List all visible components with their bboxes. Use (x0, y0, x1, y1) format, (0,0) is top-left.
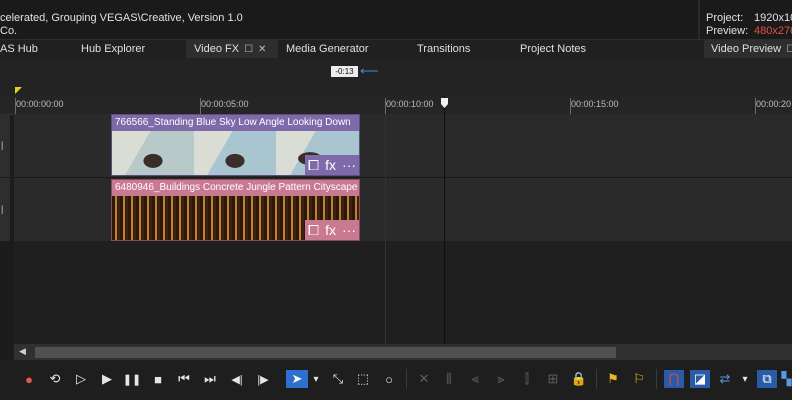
ruler-time-label: 00:00:05:00 (201, 99, 249, 109)
track-header-glyph: | (1, 204, 4, 214)
project-info-line-1: celerated, Grouping VEGAS\Creative, Vers… (0, 12, 243, 24)
maximize-icon[interactable]: ☐ (244, 41, 253, 59)
ruler-time-label: 00:00:20 (756, 99, 792, 109)
ripple-icon[interactable]: ⫿ (519, 370, 535, 388)
go-to-end-button[interactable]: ⏭ (202, 370, 218, 388)
next-frame-button[interactable]: |▶ (254, 370, 272, 388)
empty-track-area[interactable] (14, 241, 792, 344)
fx-icon[interactable]: fx (325, 221, 336, 239)
ruler-tick (570, 98, 571, 114)
clip-button-group: ⧠ fx ··· (304, 155, 359, 175)
loop-region-flag-icon[interactable] (15, 87, 22, 94)
tab-hub-explorer[interactable]: Hub Explorer (81, 40, 145, 58)
clip-title: 6480946_Buildings Concrete Jungle Patter… (112, 180, 359, 196)
tab-video-preview[interactable]: Video Preview ☐ (704, 40, 792, 58)
time-marker-label[interactable]: -0:13 (331, 66, 358, 77)
project-info-panel: celerated, Grouping VEGAS\Creative, Vers… (0, 0, 792, 39)
panel-divider[interactable] (698, 0, 700, 39)
maximize-icon[interactable]: ☐ (786, 41, 792, 59)
crop-icon[interactable]: ⧠ (308, 221, 319, 239)
normal-edit-tool-button[interactable]: ➤ (286, 370, 308, 388)
slip-icon[interactable]: ⊞ (545, 370, 561, 388)
pause-button[interactable]: ❚❚ (123, 370, 141, 388)
zoom-tool-button[interactable]: ○ (381, 370, 397, 388)
selection-tool-button[interactable]: ⬚ (355, 370, 371, 388)
tab-vegas-hub[interactable]: AS Hub (0, 40, 60, 58)
preview-value: 480x270 (754, 25, 792, 37)
play-button[interactable]: ▶ (99, 370, 115, 388)
ruler-time-label: 00:00:00:00 (16, 99, 64, 109)
tab-transitions[interactable]: Transitions (417, 40, 470, 58)
stop-button[interactable]: ■ (150, 370, 166, 388)
previous-frame-button[interactable]: ◀| (228, 370, 246, 388)
ruler-time-label: 00:00:15:00 (571, 99, 619, 109)
tab-label: Project Notes (520, 43, 587, 55)
split-icon[interactable]: ⫼ (441, 370, 457, 388)
tab-label: Hub Explorer (81, 43, 146, 55)
preview-label: Preview: (706, 25, 749, 37)
more-icon[interactable]: ··· (342, 221, 356, 239)
scroll-left-icon[interactable]: ◀ (19, 346, 26, 357)
auto-crossfade-button[interactable]: ◪ (690, 370, 710, 388)
trim-start-icon[interactable]: ⫷ (467, 370, 483, 388)
track-header-glyph: | (1, 140, 4, 150)
ruler-tick (15, 98, 16, 114)
track-header-1[interactable]: | (0, 114, 10, 177)
more-icon[interactable]: ··· (342, 156, 356, 174)
arrow-left-icon: ⟵ (360, 63, 379, 78)
project-info-line-2: Co. (0, 25, 18, 37)
video-clip-sky[interactable]: 766566_Standing Blue Sky Low Angle Looki… (111, 114, 360, 176)
record-button[interactable]: ● (21, 370, 37, 388)
toolbar-divider (406, 369, 407, 389)
snapping-button[interactable]: ⋂ (664, 370, 684, 388)
grid-line (385, 114, 386, 344)
clip-title: 766566_Standing Blue Sky Low Angle Looki… (112, 115, 359, 131)
window-tab-bar: AS Hub Hub Explorer Video FX ☐ ✕ Media Gen… (0, 40, 792, 58)
loop-button[interactable]: ⟲ (46, 370, 64, 388)
toolbar-divider (596, 369, 597, 389)
clip-button-group: ⧠ fx ··· (304, 220, 359, 240)
ruler-tick (385, 98, 386, 114)
project-label: Project: (706, 12, 744, 24)
ruler-time-label: 00:00:10:00 (386, 99, 434, 109)
scrollbar-thumb[interactable] (35, 347, 616, 358)
playhead-cursor[interactable] (444, 96, 445, 344)
tab-label: Video Preview (711, 43, 782, 55)
edit-tool-dropdown[interactable]: ▾ (311, 370, 321, 388)
tab-label: Transitions (417, 43, 471, 55)
ruler-tick (755, 98, 756, 114)
region-button[interactable]: ⚐ (630, 370, 648, 388)
close-icon[interactable]: ✕ (258, 41, 266, 59)
marker-button[interactable]: ⚑ (605, 370, 621, 388)
marker-bar[interactable] (0, 58, 792, 96)
tab-project-notes[interactable]: Project Notes (520, 40, 586, 58)
tab-label: Video FX (194, 43, 240, 55)
lock-button[interactable]: 🔒 (571, 370, 587, 388)
play-from-start-button[interactable]: ▷ (73, 370, 89, 388)
clip-frame (194, 131, 276, 175)
timeline-ruler[interactable]: 00:00:00:00 00:00:05:00 00:00:10:00 00:0… (0, 96, 792, 115)
toolbar-divider (656, 369, 657, 389)
fx-icon[interactable]: fx (325, 156, 336, 174)
cut-button[interactable]: ✕ (416, 370, 432, 388)
video-clip-buildings[interactable]: 6480946_Buildings Concrete Jungle Patter… (111, 179, 360, 241)
tab-video-fx[interactable]: Video FX ☐ ✕ (186, 40, 278, 58)
overflow-icon[interactable]: ▚ (781, 370, 792, 388)
trim-end-icon[interactable]: ⫸ (493, 370, 509, 388)
track-header-2[interactable]: | (0, 178, 10, 241)
auto-ripple-icon[interactable]: ⇄ (716, 370, 734, 388)
go-to-start-button[interactable]: ⏮ (176, 370, 192, 388)
lock-envelopes-icon[interactable]: ⧉ (757, 370, 777, 388)
tab-label: AS Hub (0, 43, 38, 55)
project-value: 1920x10 (754, 12, 792, 24)
crop-icon[interactable]: ⧠ (308, 156, 319, 174)
tab-label: Media Generator (286, 43, 369, 55)
ripple-dropdown[interactable]: ▾ (740, 370, 750, 388)
clip-frame (112, 131, 194, 175)
ruler-tick (200, 98, 201, 114)
envelope-tool-button[interactable]: ⤡ (330, 370, 346, 388)
tab-media-generator[interactable]: Media Generator (286, 40, 369, 58)
